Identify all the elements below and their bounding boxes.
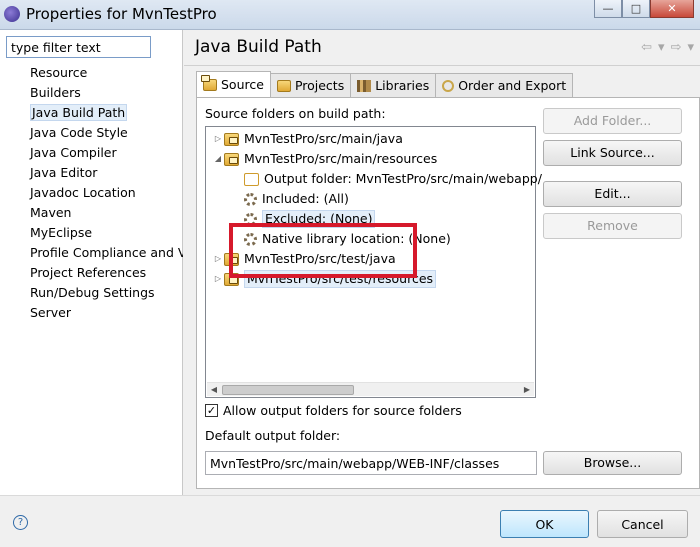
- build-path-page: Java Build Path ⇦ ▾ ⇨ ▾ Source Projects …: [184, 30, 700, 495]
- expand-icon[interactable]: ▷: [212, 269, 224, 289]
- tree-item-included[interactable]: Included: (All): [244, 189, 349, 209]
- edit-button[interactable]: Edit...: [543, 181, 682, 207]
- title-bar: Properties for MvnTestPro — □ ✕: [0, 0, 700, 30]
- scroll-right-icon[interactable]: ▶: [520, 383, 534, 397]
- default-output-folder-label: Default output folder:: [205, 428, 341, 443]
- minimize-button[interactable]: —: [594, 0, 622, 18]
- allow-output-folders-checkbox[interactable]: ✓: [205, 404, 218, 417]
- tab-source[interactable]: Source: [196, 71, 271, 97]
- highlight-annotation-box: [229, 223, 417, 278]
- property-pages-panel: Resource Builders Java Build Path Java C…: [0, 30, 183, 495]
- output-folder-icon: [244, 172, 259, 186]
- chevron-down-icon[interactable]: ▾: [658, 40, 665, 55]
- chevron-down-icon[interactable]: ▾: [687, 40, 694, 55]
- separator: [184, 65, 700, 66]
- nav-item-server[interactable]: Server: [0, 303, 183, 323]
- nav-item-java-editor[interactable]: Java Editor: [0, 163, 183, 183]
- page-navigation: ⇦ ▾ ⇨ ▾: [641, 40, 694, 55]
- add-folder-button[interactable]: Add Folder...: [543, 108, 682, 134]
- collapse-icon[interactable]: ◢: [212, 149, 224, 169]
- back-arrow-icon[interactable]: ⇦: [641, 40, 652, 55]
- tab-libraries[interactable]: Libraries: [350, 73, 437, 97]
- nav-item-maven[interactable]: Maven: [0, 203, 183, 223]
- cancel-button[interactable]: Cancel: [597, 510, 688, 538]
- remove-button[interactable]: Remove: [543, 213, 682, 239]
- tree-item-output-folder[interactable]: Output folder: MvnTestPro/src/main/webap…: [244, 169, 542, 189]
- help-icon[interactable]: ?: [13, 515, 28, 530]
- nav-item-java-compiler[interactable]: Java Compiler: [0, 143, 183, 163]
- filter-icon: [244, 192, 257, 206]
- filter-input[interactable]: [6, 36, 151, 58]
- nav-item-builders[interactable]: Builders: [0, 83, 183, 103]
- nav-item-javadoc-location[interactable]: Javadoc Location: [0, 183, 183, 203]
- source-folder-icon: [203, 78, 217, 91]
- eclipse-icon: [4, 6, 20, 22]
- package-folder-icon: [224, 152, 239, 166]
- tab-bar: Source Projects Libraries Order and Expo…: [196, 71, 574, 97]
- browse-button[interactable]: Browse...: [543, 451, 682, 475]
- order-export-icon: [442, 79, 455, 92]
- expand-icon[interactable]: ▷: [212, 249, 224, 269]
- allow-output-folders-row[interactable]: ✓ Allow output folders for source folder…: [205, 403, 462, 418]
- expand-icon[interactable]: ▷: [212, 129, 224, 149]
- close-button[interactable]: ✕: [650, 0, 694, 18]
- window-controls: — □ ✕: [594, 0, 694, 18]
- nav-item-java-build-path[interactable]: Java Build Path: [0, 103, 183, 123]
- default-output-folder-field[interactable]: [205, 451, 537, 475]
- library-icon: [357, 79, 372, 92]
- nav-item-profile-compliance[interactable]: Profile Compliance and Va: [0, 243, 183, 263]
- nav-item-resource[interactable]: Resource: [0, 63, 183, 83]
- tab-order-and-export[interactable]: Order and Export: [435, 73, 574, 97]
- nav-item-project-references[interactable]: Project References: [0, 263, 183, 283]
- nav-item-java-code-style[interactable]: Java Code Style: [0, 123, 183, 143]
- forward-arrow-icon[interactable]: ⇨: [671, 40, 682, 55]
- allow-output-folders-label: Allow output folders for source folders: [223, 403, 462, 418]
- page-title: Java Build Path: [195, 37, 322, 57]
- window-title: Properties for MvnTestPro: [26, 5, 217, 23]
- source-tab-content: Source folders on build path: ▷ MvnTestP…: [196, 97, 700, 489]
- nav-item-myeclipse[interactable]: MyEclipse: [0, 223, 183, 243]
- scrollbar-thumb[interactable]: [222, 385, 354, 395]
- maximize-button[interactable]: □: [622, 0, 650, 18]
- property-nav-list: Resource Builders Java Build Path Java C…: [0, 63, 183, 323]
- package-folder-icon: [224, 132, 239, 146]
- tree-item-main-java[interactable]: ▷ MvnTestPro/src/main/java: [212, 129, 403, 149]
- tree-item-main-resources[interactable]: ◢ MvnTestPro/src/main/resources: [212, 149, 437, 169]
- dialog-footer: ? OK Cancel: [0, 495, 700, 547]
- source-folders-label: Source folders on build path:: [205, 106, 386, 121]
- ok-button[interactable]: OK: [500, 510, 589, 538]
- nav-item-run-debug-settings[interactable]: Run/Debug Settings: [0, 283, 183, 303]
- project-folder-icon: [276, 79, 291, 92]
- scroll-left-icon[interactable]: ◀: [207, 383, 221, 397]
- horizontal-scrollbar[interactable]: ◀ ▶: [207, 382, 534, 396]
- link-source-button[interactable]: Link Source...: [543, 140, 682, 166]
- tab-projects[interactable]: Projects: [269, 73, 352, 97]
